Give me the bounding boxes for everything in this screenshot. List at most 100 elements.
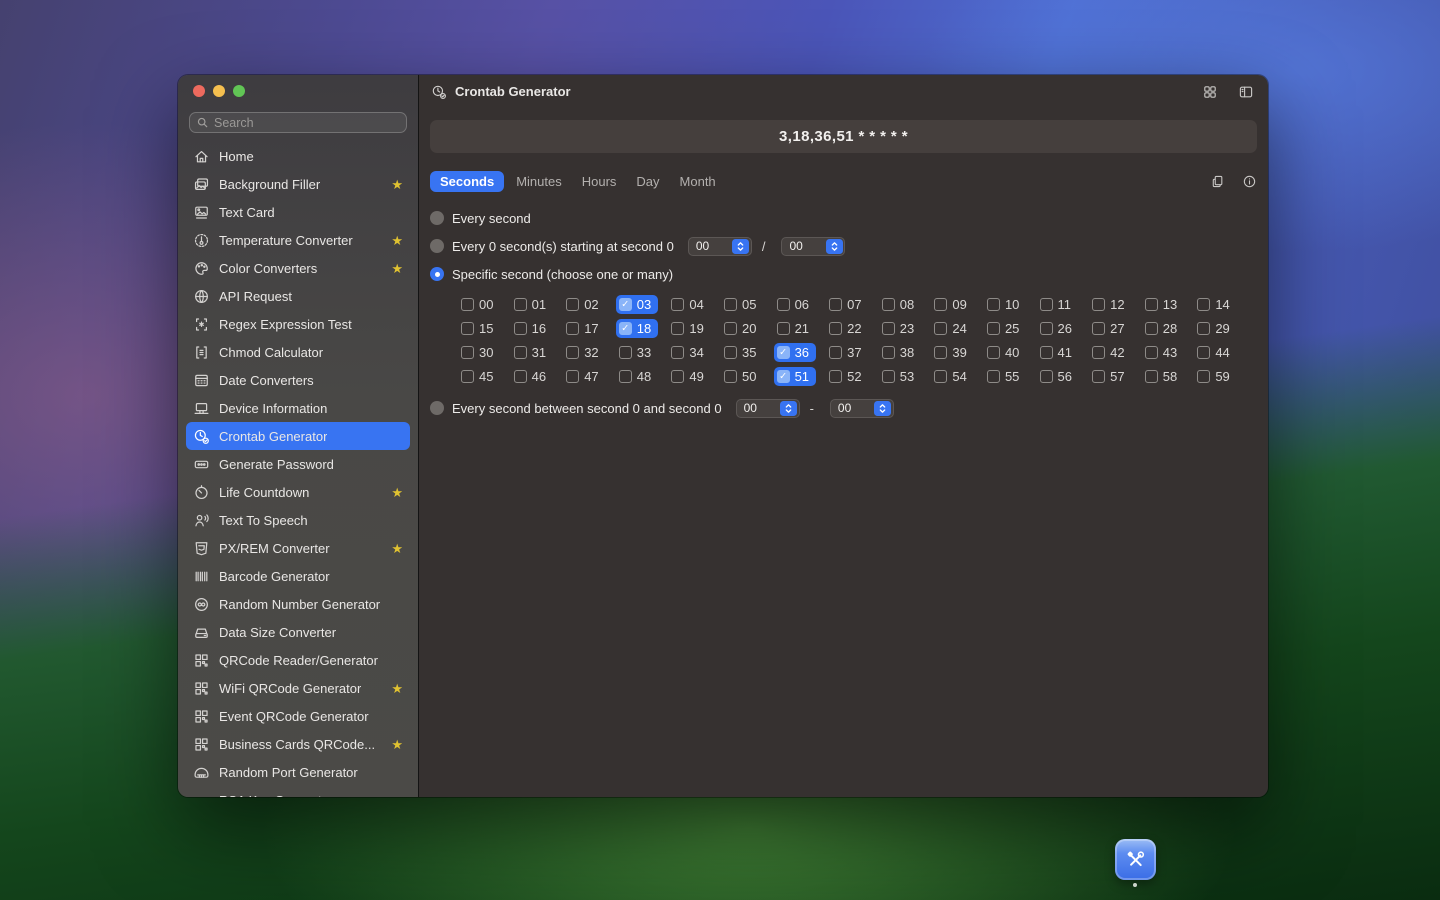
toggle-sidebar-icon[interactable] (1238, 84, 1254, 100)
close-window-button[interactable] (193, 85, 205, 97)
second-checkbox-22[interactable]: 22 (829, 316, 882, 340)
checkbox-icon[interactable] (461, 369, 474, 383)
checkbox-icon[interactable] (461, 297, 474, 311)
second-checkbox-54[interactable]: 54 (934, 364, 987, 388)
second-checkbox-28[interactable]: 28 (1144, 316, 1198, 340)
sidebar-item-random-port-generator[interactable]: Random Port Generator (186, 758, 410, 786)
second-checkbox-00[interactable]: 00 (461, 292, 514, 316)
start-stepper[interactable]: 00 (781, 236, 846, 256)
second-checkbox-20[interactable]: 20 (723, 316, 777, 340)
second-checkbox-04[interactable]: 04 (671, 292, 724, 316)
second-checkbox-12[interactable]: 12 (1092, 292, 1145, 316)
stepper-buttons-icon[interactable] (780, 400, 798, 416)
checkbox-icon[interactable] (776, 345, 790, 359)
info-icon[interactable] (1242, 174, 1257, 189)
checkbox-icon[interactable] (1144, 297, 1158, 311)
second-checkbox-33[interactable]: 33 (618, 340, 672, 364)
second-checkbox-19[interactable]: 19 (671, 316, 724, 340)
checkbox-icon[interactable] (1144, 321, 1158, 335)
sidebar-item-text-to-speech[interactable]: Text To Speech (186, 506, 410, 534)
sidebar-item-date-converters[interactable]: Date Converters (186, 366, 410, 394)
checkbox-icon[interactable] (986, 321, 1000, 335)
checkbox-icon[interactable] (618, 297, 632, 311)
second-checkbox-58[interactable]: 58 (1144, 364, 1198, 388)
checkbox-icon[interactable] (1197, 297, 1211, 311)
second-checkbox-05[interactable]: 05 (723, 292, 777, 316)
second-checkbox-06[interactable]: 06 (776, 292, 830, 316)
tab-day[interactable]: Day (628, 171, 667, 192)
second-checkbox-23[interactable]: 23 (881, 316, 935, 340)
stepper-buttons-icon[interactable] (825, 238, 843, 254)
second-checkbox-24[interactable]: 24 (934, 316, 987, 340)
sidebar-item-business-cards-qrcode[interactable]: Business Cards QRCode... ★ (186, 730, 410, 758)
second-checkbox-27[interactable]: 27 (1092, 316, 1145, 340)
checkbox-icon[interactable] (881, 297, 895, 311)
checkbox-icon[interactable] (566, 345, 580, 359)
checkbox-icon[interactable] (829, 345, 843, 359)
second-checkbox-26[interactable]: 26 (1039, 316, 1093, 340)
checkbox-icon[interactable] (1197, 321, 1211, 335)
second-checkbox-11[interactable]: 11 (1039, 292, 1093, 316)
option-every-second[interactable]: Every second (430, 208, 1257, 228)
checkbox-icon[interactable] (671, 345, 685, 359)
interval-stepper[interactable]: 00 (687, 236, 752, 256)
second-checkbox-30[interactable]: 30 (461, 340, 514, 364)
sidebar-item-wifi-qrcode-generator[interactable]: WiFi QRCode Generator ★ (186, 674, 410, 702)
tab-minutes[interactable]: Minutes (508, 171, 570, 192)
checkbox-icon[interactable] (934, 369, 948, 383)
checkbox-icon[interactable] (829, 369, 843, 383)
second-checkbox-47[interactable]: 47 (566, 364, 619, 388)
radio-every-second[interactable] (430, 211, 444, 225)
sidebar-item-chmod-calculator[interactable]: Chmod Calculator (186, 338, 410, 366)
checkbox-icon[interactable] (776, 369, 790, 383)
checkbox-icon[interactable] (776, 321, 790, 335)
tab-hours[interactable]: Hours (574, 171, 625, 192)
second-checkbox-49[interactable]: 49 (671, 364, 724, 388)
devtoys-dock-icon[interactable] (1115, 839, 1156, 880)
second-checkbox-41[interactable]: 41 (1039, 340, 1093, 364)
second-checkbox-45[interactable]: 45 (461, 364, 514, 388)
radio-every-n-seconds[interactable] (430, 239, 444, 253)
sidebar-item-text-card[interactable]: Text Card (186, 198, 410, 226)
sidebar-item-life-countdown[interactable]: Life Countdown ★ (186, 478, 410, 506)
zoom-window-button[interactable] (233, 85, 245, 97)
checkbox-icon[interactable] (986, 297, 1000, 311)
sidebar-item-temperature-converter[interactable]: Temperature Converter ★ (186, 226, 410, 254)
tab-seconds[interactable]: Seconds (430, 171, 505, 192)
sidebar-item-qrcode-reader-generator[interactable]: QRCode Reader/Generator (186, 646, 410, 674)
second-checkbox-35[interactable]: 35 (723, 340, 777, 364)
second-checkbox-01[interactable]: 01 (513, 292, 567, 316)
checkbox-icon[interactable] (566, 297, 580, 311)
second-checkbox-36[interactable]: 36 (773, 340, 830, 364)
checkbox-icon[interactable] (1039, 345, 1053, 359)
second-checkbox-16[interactable]: 16 (513, 316, 567, 340)
second-checkbox-07[interactable]: 07 (829, 292, 882, 316)
second-checkbox-42[interactable]: 42 (1092, 340, 1145, 364)
range-end-stepper[interactable]: 00 (829, 398, 894, 418)
checkbox-icon[interactable] (829, 297, 843, 311)
copy-icon[interactable] (1210, 174, 1225, 189)
checkbox-icon[interactable] (566, 369, 580, 383)
sidebar-item-device-information[interactable]: Device Information (186, 394, 410, 422)
second-checkbox-13[interactable]: 13 (1144, 292, 1198, 316)
option-specific-seconds[interactable]: Specific second (choose one or many) (430, 264, 1257, 284)
second-checkbox-40[interactable]: 40 (986, 340, 1040, 364)
range-start-stepper[interactable]: 00 (735, 398, 800, 418)
second-checkbox-37[interactable]: 37 (829, 340, 882, 364)
sidebar-item-regex-expression-test[interactable]: Regex Expression Test (186, 310, 410, 338)
checkbox-icon[interactable] (513, 345, 527, 359)
checkbox-icon[interactable] (1092, 297, 1106, 311)
second-checkbox-21[interactable]: 21 (776, 316, 830, 340)
second-checkbox-14[interactable]: 14 (1197, 292, 1250, 316)
checkbox-icon[interactable] (1144, 369, 1158, 383)
second-checkbox-08[interactable]: 08 (881, 292, 935, 316)
radio-specific-seconds[interactable] (430, 267, 444, 281)
minimize-window-button[interactable] (213, 85, 225, 97)
sidebar-item-event-qrcode-generator[interactable]: Event QRCode Generator (186, 702, 410, 730)
second-checkbox-17[interactable]: 17 (566, 316, 619, 340)
stepper-buttons-icon[interactable] (874, 400, 892, 416)
second-checkbox-53[interactable]: 53 (881, 364, 935, 388)
search-field[interactable] (189, 112, 407, 133)
sidebar-item-barcode-generator[interactable]: Barcode Generator (186, 562, 410, 590)
second-checkbox-48[interactable]: 48 (618, 364, 672, 388)
